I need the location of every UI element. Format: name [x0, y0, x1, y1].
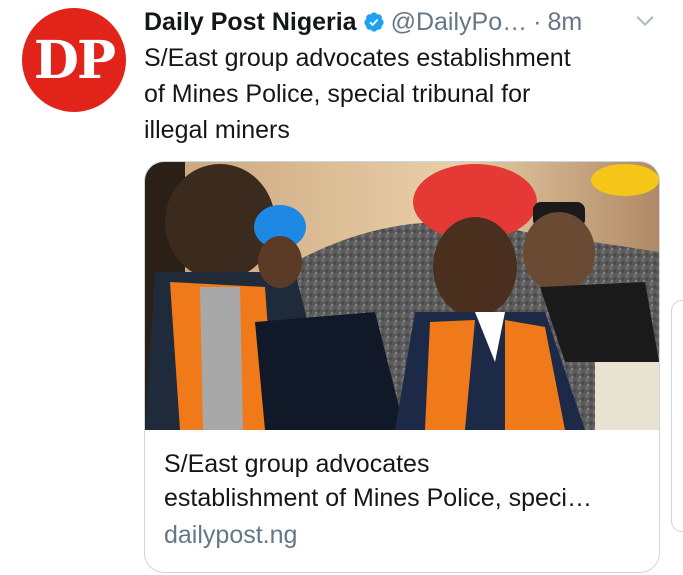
card-image[interactable] [145, 162, 659, 430]
link-card[interactable]: S/East group advocates establishment of … [144, 161, 660, 573]
tweet-text: S/East group advocates establishment of … [144, 40, 644, 148]
separator-dot: · [533, 7, 542, 36]
card-title-line: establishment of Mines Police, speci… [164, 484, 592, 512]
tweet-timestamp[interactable]: 8m [547, 8, 582, 37]
card-body: S/East group advocates establishment of … [164, 447, 644, 553]
avatar[interactable]: DP [22, 8, 126, 112]
tweet-text-line: of Mines Police, special tribunal for [144, 80, 531, 108]
author-name[interactable]: Daily Post Nigeria [144, 8, 357, 37]
tweet-text-line: S/East group advocates establishment [144, 44, 571, 72]
tweet-text-line: illegal miners [144, 116, 290, 144]
verified-badge-icon [363, 12, 384, 32]
adjacent-card-edge [671, 300, 683, 532]
tweet[interactable]: DP Daily Post Nigeria @DailyPo… · 8m S/E… [0, 0, 683, 575]
card-domain[interactable]: dailypost.ng [164, 517, 644, 553]
tweet-header: Daily Post Nigeria @DailyPo… · 8m [144, 6, 582, 38]
card-title-line: S/East group advocates [164, 450, 430, 478]
chevron-down-icon[interactable] [634, 10, 656, 32]
card-title[interactable]: S/East group advocates establishment of … [164, 447, 644, 515]
avatar-logo-text: DP [33, 29, 116, 91]
author-handle[interactable]: @DailyPo… [391, 8, 528, 37]
